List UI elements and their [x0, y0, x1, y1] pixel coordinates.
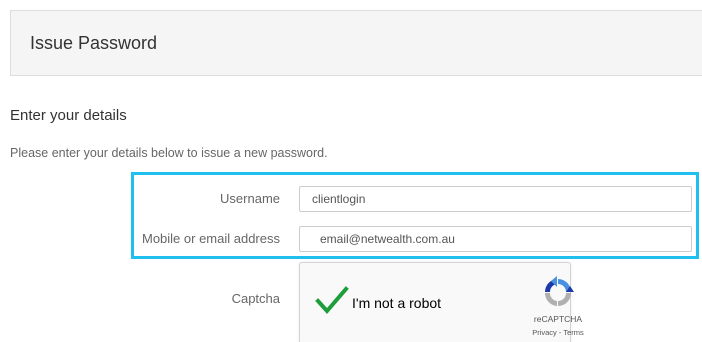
issue-password-page: Issue Password Enter your details Please…: [0, 0, 702, 342]
page-header: Issue Password: [10, 10, 702, 76]
recaptcha-widget: I'm not a robot reCAPTCHA Privacy - Term…: [299, 262, 584, 342]
page-title: Issue Password: [30, 33, 158, 53]
recaptcha-checkbox[interactable]: [314, 285, 350, 317]
recaptcha-checkbox-label: I'm not a robot: [352, 295, 442, 311]
contact-label: Mobile or email address: [141, 231, 280, 246]
username-input[interactable]: [299, 186, 692, 212]
section-description: Please enter your details below to issue…: [10, 146, 328, 160]
recaptcha-links: Privacy - Terms: [525, 328, 591, 337]
recaptcha-logo-icon: [544, 276, 574, 306]
captcha-label: Captcha: [231, 291, 280, 306]
recaptcha-brand: reCAPTCHA: [533, 314, 583, 324]
checkmark-icon: [315, 286, 349, 315]
username-label: Username: [220, 191, 280, 206]
section-heading: Enter your details: [10, 107, 127, 124]
terms-link[interactable]: Terms: [563, 328, 583, 337]
privacy-link[interactable]: Privacy: [532, 328, 557, 337]
mobile-or-email-input[interactable]: [299, 226, 692, 252]
